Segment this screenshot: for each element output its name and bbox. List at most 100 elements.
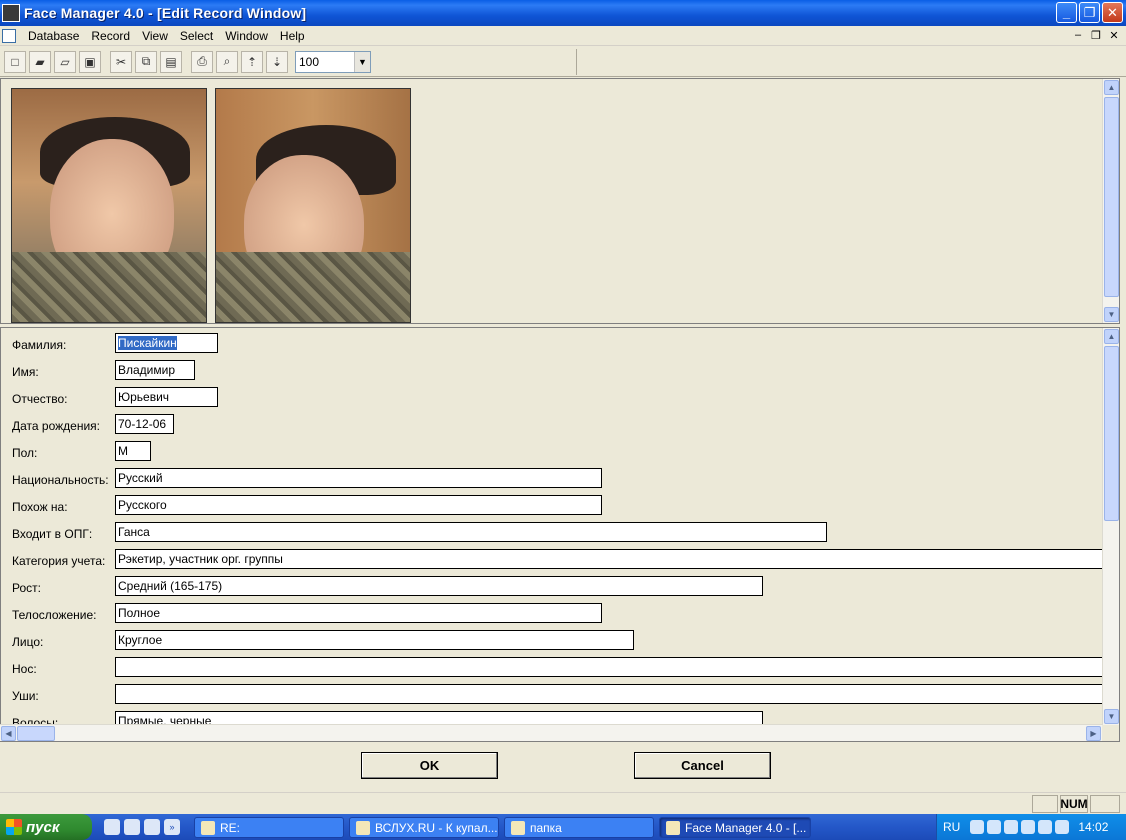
toolbar: □ ▰ ▱ ▣ ✂ ⧉ ▤ ⎙ ⌕ ⇡ ⇣ 100 ▼ [0, 47, 1126, 77]
menu-database[interactable]: Database [22, 29, 85, 43]
field-label: Дата рождения: [12, 419, 100, 433]
scroll-thumb[interactable] [1104, 97, 1119, 297]
scroll-down-icon[interactable]: ▼ [1104, 709, 1119, 724]
taskbar-item-folder[interactable]: папка [504, 817, 654, 838]
photo-scrollbar[interactable]: ▲ ▼ [1102, 79, 1119, 323]
scroll-up-icon[interactable]: ▲ [1104, 329, 1119, 344]
form-row: Национальность: Русский [1, 468, 1101, 490]
taskbar-item-mail[interactable]: RE: [194, 817, 344, 838]
document-icon[interactable] [2, 28, 16, 43]
save-icon[interactable]: ▣ [79, 50, 101, 73]
nationality-field[interactable]: Русский [115, 468, 602, 488]
scroll-up-icon[interactable]: ▲ [1104, 80, 1119, 95]
field-label: Пол: [12, 446, 38, 460]
menu-help[interactable]: Help [274, 29, 311, 43]
field-label: Входит в ОПГ: [12, 527, 93, 541]
face-field[interactable]: Круглое [115, 630, 634, 650]
print-icon[interactable]: ⎙ [191, 50, 213, 73]
form-row: Рост: Средний (165-175) [1, 576, 1101, 598]
open-folder-disabled-icon[interactable]: ▱ [54, 50, 76, 73]
menu-window[interactable]: Window [219, 29, 274, 43]
update-icon[interactable] [1038, 820, 1053, 834]
tray-expand-icon[interactable] [970, 820, 985, 834]
form-row: Пол: М [1, 441, 1101, 463]
app-icon[interactable] [2, 4, 20, 22]
surname-field[interactable]: Пискайкин [115, 333, 218, 353]
field-label: Телосложение: [12, 608, 97, 622]
network-icon[interactable] [987, 820, 1002, 834]
start-button[interactable]: пуск [0, 814, 92, 840]
close-button[interactable]: ✕ [1102, 2, 1123, 23]
antivirus-icon[interactable] [1021, 820, 1036, 834]
mail-icon[interactable] [1004, 820, 1019, 834]
zoom-select[interactable]: 100 ▼ [295, 50, 371, 73]
scroll-down-icon[interactable]: ▼ [1104, 307, 1119, 322]
chevron-right-icon[interactable]: » [164, 819, 180, 835]
chevron-down-icon[interactable]: ▼ [354, 51, 370, 72]
menu-record[interactable]: Record [85, 29, 136, 43]
photo-profile[interactable] [215, 88, 411, 323]
form-row: Категория учета: Рэкетир, участник орг. … [1, 549, 1105, 571]
photo-panel: ▲ ▼ [0, 78, 1120, 324]
cut-icon[interactable]: ✂ [110, 50, 132, 73]
show-desktop-icon[interactable] [104, 819, 120, 835]
scroll-right-icon[interactable]: ▶ [1086, 726, 1101, 741]
gender-field[interactable]: М [115, 441, 151, 461]
mdi-minimize-button[interactable]: – [1070, 28, 1086, 42]
form-row: Дата рождения: 70-12-06 [1, 414, 1101, 436]
copy-icon[interactable]: ⧉ [135, 50, 157, 73]
form-row: Входит в ОПГ: Ганса [1, 522, 1101, 544]
app-icon [666, 820, 680, 835]
ears-field[interactable] [115, 684, 1105, 704]
build-field[interactable]: Полное [115, 603, 602, 623]
scroll-thumb[interactable] [1104, 346, 1119, 521]
menu-select[interactable]: Select [174, 29, 219, 43]
paste-icon[interactable]: ▤ [160, 50, 182, 73]
field-label: Фамилия: [12, 338, 67, 352]
photo-front[interactable] [11, 88, 207, 323]
menu-view[interactable]: View [136, 29, 174, 43]
form-scrollbar[interactable]: ▲ ▼ [1102, 328, 1119, 725]
clock[interactable]: 14:02 [1078, 820, 1108, 834]
minimize-button[interactable]: _ [1056, 2, 1077, 23]
gang-field[interactable]: Ганса [115, 522, 827, 542]
horizontal-scrollbar[interactable]: ◀ ▶ [0, 724, 1102, 741]
birth-date-field[interactable]: 70-12-06 [115, 414, 174, 434]
height-field[interactable]: Средний (165-175) [115, 576, 763, 596]
scroll-thumb[interactable] [17, 726, 55, 741]
mdi-close-button[interactable]: ✕ [1106, 28, 1122, 42]
taskbar-item-browser[interactable]: ВСЛУХ.RU - К купал... [349, 817, 499, 838]
system-tray: RU 14:02 [936, 814, 1126, 840]
form-row: Похож на: Русского [1, 495, 1101, 517]
browser-icon[interactable] [144, 819, 160, 835]
new-icon[interactable]: □ [4, 50, 26, 73]
folder-icon [511, 820, 525, 835]
looks-like-field[interactable]: Русского [115, 495, 602, 515]
media-player-icon[interactable] [124, 819, 140, 835]
browser-icon [356, 820, 370, 835]
open-folder-icon[interactable]: ▰ [29, 50, 51, 73]
form-panel: Фамилия: Пискайкин Имя: Владимир Отчеств… [0, 327, 1120, 742]
title-bar[interactable]: Face Manager 4.0 - [Edit Record Window] … [0, 0, 1126, 26]
connection-icon[interactable] [1055, 820, 1070, 834]
maximize-button[interactable]: ❐ [1079, 2, 1100, 23]
mdi-restore-button[interactable]: ❐ [1088, 28, 1104, 42]
first-name-field[interactable]: Владимир [115, 360, 195, 380]
scroll-left-icon[interactable]: ◀ [1, 726, 16, 741]
patronymic-field[interactable]: Юрьевич [115, 387, 218, 407]
zoom-value: 100 [299, 54, 320, 69]
taskbar-item-face-manager[interactable]: Face Manager 4.0 - [... [659, 817, 811, 838]
language-indicator[interactable]: RU [943, 820, 960, 834]
print-preview-icon[interactable]: ⌕ [216, 50, 238, 73]
status-cell [1032, 795, 1058, 813]
mail-icon [201, 820, 215, 835]
record-down-icon[interactable]: ⇣ [266, 50, 288, 73]
cancel-button[interactable]: Cancel [634, 752, 771, 779]
ok-button[interactable]: OK [361, 752, 498, 779]
toolbar-divider [576, 49, 577, 75]
form-row: Имя: Владимир [1, 360, 1101, 382]
field-label: Похож на: [12, 500, 68, 514]
category-field[interactable]: Рэкетир, участник орг. группы [115, 549, 1105, 569]
record-up-icon[interactable]: ⇡ [241, 50, 263, 73]
nose-field[interactable] [115, 657, 1105, 677]
